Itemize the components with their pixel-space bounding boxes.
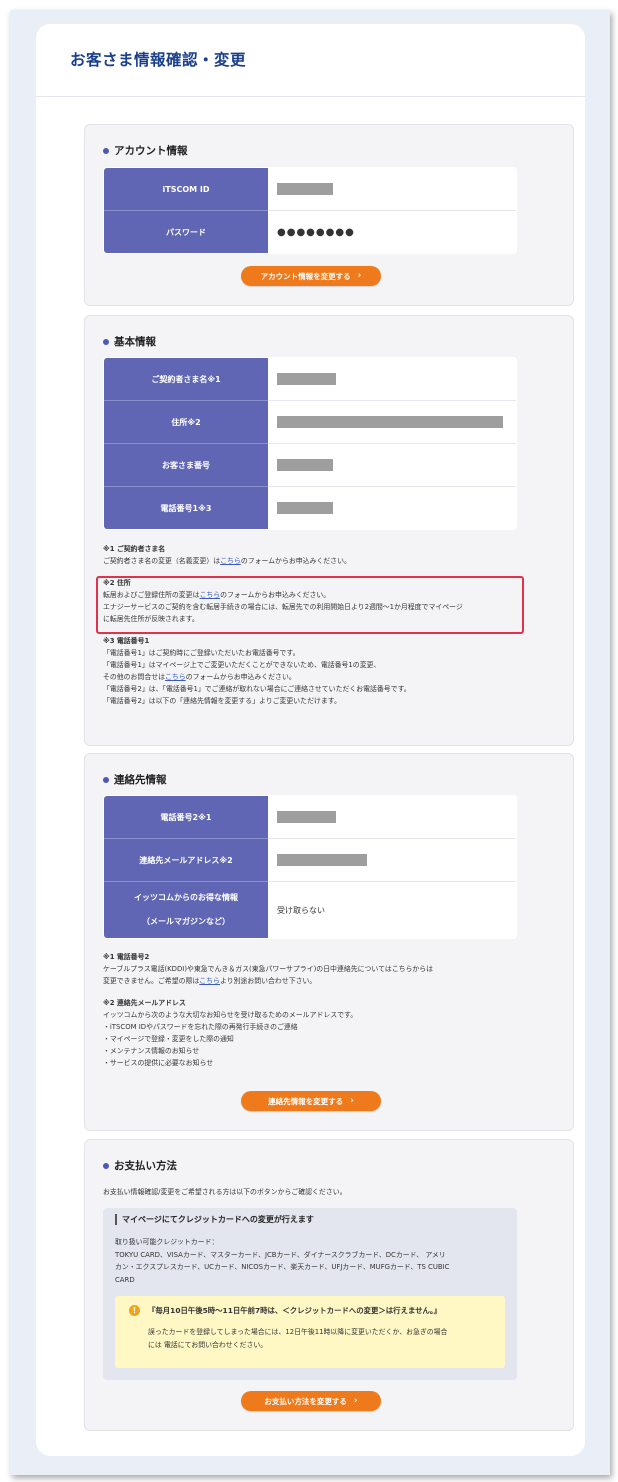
phone-link[interactable]: こちら — [165, 673, 186, 681]
bullet-icon — [103, 338, 109, 345]
row-value — [268, 168, 516, 211]
table-row: お客さま番号 — [104, 443, 516, 487]
table-row: イッツコムからのお得な情報 （メールマガジンなど） 受け取らない — [104, 881, 516, 938]
table-row: iTSCOM ID — [104, 168, 516, 211]
row-label: 電話番号2※1 — [104, 796, 268, 839]
payment-intro: お支払い情報確認/変更をご希望される方は以下のボタンからご確認ください。 — [103, 1188, 347, 1196]
account-heading: アカウント情報 — [103, 143, 188, 158]
page-title: お客さま情報確認・変更 — [70, 51, 247, 69]
table-row: 住所※2 — [104, 400, 516, 444]
masked-value — [277, 373, 336, 385]
highlight-box — [96, 576, 524, 634]
warning-body: 誤ったカードを登録してしまった場合には、12日午後11時以降に変更いただくか、お… — [148, 1328, 448, 1349]
table-row: 連絡先メールアドレス※2 — [104, 838, 516, 882]
row-value — [268, 487, 516, 530]
credit-card-title: マイページにてクレジットカードへの変更が行えます — [115, 1214, 314, 1225]
basic-section: 基本情報 ご契約者さま名※1 住所※2 お客さま番号 電話番号1※3 ※1 ご契… — [84, 315, 574, 746]
note1-link[interactable]: こちら — [220, 557, 241, 565]
contact-notes: ※1 電話番号2 ケーブルプラス電話(KDDI)や東急でんき＆ガス(東急パワーサ… — [103, 951, 543, 1069]
bullet-icon — [103, 147, 109, 154]
row-label: iTSCOM ID — [104, 168, 268, 211]
table-row: ご契約者さま名※1 — [104, 358, 516, 401]
warning-title: 『毎月10日午後5時～11日午前7時は、＜クレジットカードへの変更＞は行えません… — [148, 1306, 441, 1315]
password-value: ●●●●●●●● — [277, 226, 355, 238]
change-payment-button[interactable]: お支払い方法を変更する › — [241, 1391, 381, 1411]
bullet-icon — [103, 776, 109, 783]
row-value — [268, 400, 516, 444]
bullet-icon — [103, 1162, 109, 1169]
row-label: お客さま番号 — [104, 443, 268, 487]
masked-value — [277, 183, 333, 195]
masked-value — [277, 459, 333, 471]
masked-value — [277, 502, 333, 514]
title-divider — [36, 96, 585, 97]
warning-box: ! 『毎月10日午後5時～11日午前7時は、＜クレジットカードへの変更＞は行えま… — [115, 1296, 505, 1368]
row-label: 住所※2 — [104, 400, 268, 444]
contact-heading: 連絡先情報 — [103, 772, 167, 787]
chevron-right-icon: › — [353, 1396, 358, 1406]
chevron-right-icon: › — [350, 1096, 354, 1106]
exclamation-icon: ! — [129, 1305, 140, 1316]
change-contact-button[interactable]: 連絡先情報を変更する › — [241, 1091, 381, 1111]
table-row: 電話番号2※1 — [104, 796, 516, 839]
list-item: ・マイページで登録・変更をした際の通知 — [103, 1035, 234, 1043]
row-value: 受け取らない — [277, 905, 325, 915]
account-table: iTSCOM ID パスワード ●●●●●●●● — [103, 167, 517, 254]
row-label: ご契約者さま名※1 — [104, 358, 268, 401]
table-row: 電話番号1※3 — [104, 486, 516, 530]
row-label: イッツコムからのお得な情報 （メールマガジンなど） — [104, 881, 268, 938]
row-label: 電話番号1※3 — [104, 486, 268, 529]
masked-value — [277, 811, 336, 823]
row-value — [268, 443, 516, 487]
payment-section: お支払い方法 お支払い情報確認/変更をご希望される方は以下のボタンからご確認くだ… — [84, 1139, 574, 1431]
list-item: ・サービスの提供に必要なお知らせ — [103, 1059, 214, 1067]
contact-section: 連絡先情報 電話番号2※1 連絡先メールアドレス※2 イッツコムからのお得な情報… — [84, 753, 574, 1131]
table-row: パスワード ●●●●●●●● — [104, 210, 516, 253]
basic-heading: 基本情報 — [103, 334, 156, 349]
row-label: パスワード — [104, 210, 268, 253]
list-item: ・iTSCOM IDやパスワードを忘れた際の再発行手続きのご連絡 — [103, 1023, 298, 1031]
main-card: お客さま情報確認・変更 アカウント情報 iTSCOM ID パスワード ●●●●… — [36, 24, 585, 1456]
chevron-right-icon: › — [357, 271, 362, 281]
credit-card-box: マイページにてクレジットカードへの変更が行えます 取り扱い可能クレジットカード：… — [103, 1208, 517, 1380]
change-account-button[interactable]: アカウント情報を変更する › — [241, 266, 381, 286]
masked-value — [277, 416, 503, 428]
contact-table: 電話番号2※1 連絡先メールアドレス※2 イッツコムからのお得な情報 （メールマ… — [103, 795, 517, 939]
contact-link[interactable]: こちら — [199, 977, 220, 985]
row-value — [268, 796, 516, 839]
row-value — [268, 358, 516, 401]
account-section: アカウント情報 iTSCOM ID パスワード ●●●●●●●● アカウント情報… — [84, 124, 574, 306]
row-label: 連絡先メールアドレス※2 — [104, 838, 268, 882]
credit-card-list: 取り扱い可能クレジットカード： TOKYU CARD、VISAカード、マスターカ… — [115, 1238, 450, 1284]
row-value — [268, 838, 516, 882]
basic-table: ご契約者さま名※1 住所※2 お客さま番号 電話番号1※3 — [103, 357, 517, 530]
payment-heading: お支払い方法 — [103, 1158, 177, 1173]
masked-value — [277, 854, 367, 866]
list-item: ・メンテナンス情報のお知らせ — [103, 1047, 200, 1055]
